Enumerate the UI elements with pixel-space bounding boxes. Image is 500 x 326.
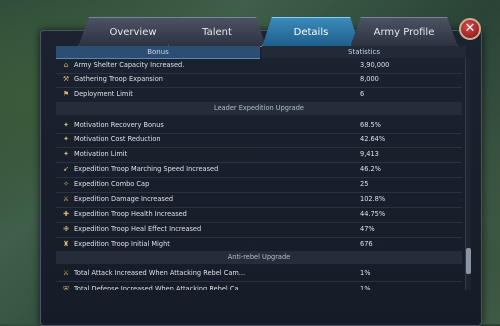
tab-talent[interactable]: Talent (168, 17, 266, 47)
list-item: ⚔ Expedition Damage Increased 102.8% (56, 192, 462, 208)
close-button[interactable]: ✕ (459, 18, 481, 40)
scrollbar-thumb[interactable] (466, 248, 471, 274)
attack-icon: ⚔ (62, 269, 70, 277)
column-header-statistics[interactable]: Statistics (262, 46, 466, 58)
list-item: ✧ Expedition Combo Cap 25 (56, 177, 462, 193)
combo-icon: ✧ (63, 180, 69, 188)
list-item: ⚒ Gathering Troop Expansion 8,000 (56, 72, 462, 88)
scrollbar[interactable] (465, 58, 471, 290)
heal-icon: ✙ (63, 225, 69, 233)
damage-icon: ⚔ (62, 195, 70, 203)
list-item: ✦ Motivation Cost Reduction 42.64% (56, 132, 462, 148)
health-icon: ✚ (63, 210, 69, 218)
list-item: ⚑ Deployment Limit 6 (56, 87, 462, 103)
list-item: ⛨ Total Defense Increased When Attacking… (56, 282, 462, 290)
defense-icon: ⛨ (63, 285, 69, 290)
tab-army-profile[interactable]: Army Profile (350, 17, 458, 47)
list-item: ✦ Motivation Limit 9,413 (56, 147, 462, 163)
motivation-icon: ✦ (63, 150, 69, 158)
section-header-leader-expedition: Leader Expedition Upgrade (56, 102, 462, 115)
tab-bar: Overview Talent Details Army Profile (0, 17, 500, 47)
list-item: ➹ Expedition Troop Marching Speed Increa… (56, 162, 462, 178)
march-icon: ➹ (63, 165, 69, 173)
flag-icon: ⚑ (62, 90, 70, 98)
details-list[interactable]: ⌂ Army Shelter Capacity Increased. 3,90,… (56, 58, 462, 290)
shelter-icon: ⌂ (63, 61, 69, 69)
tab-details[interactable]: Details (262, 17, 360, 47)
close-icon: ✕ (464, 21, 476, 36)
section-header-anti-rebel: Anti-rebel Upgrade (56, 251, 462, 264)
motivation-icon: ✦ (63, 135, 69, 143)
list-item: ✙ Expedition Troop Heal Effect Increased… (56, 222, 462, 238)
gather-icon: ⚒ (62, 75, 70, 83)
list-item: ⚔ Total Attack Increased When Attacking … (56, 266, 462, 282)
might-icon: ♜ (62, 240, 70, 248)
motivation-icon: ✦ (63, 121, 69, 129)
list-item: ✚ Expedition Troop Health Increased 44.7… (56, 207, 462, 223)
